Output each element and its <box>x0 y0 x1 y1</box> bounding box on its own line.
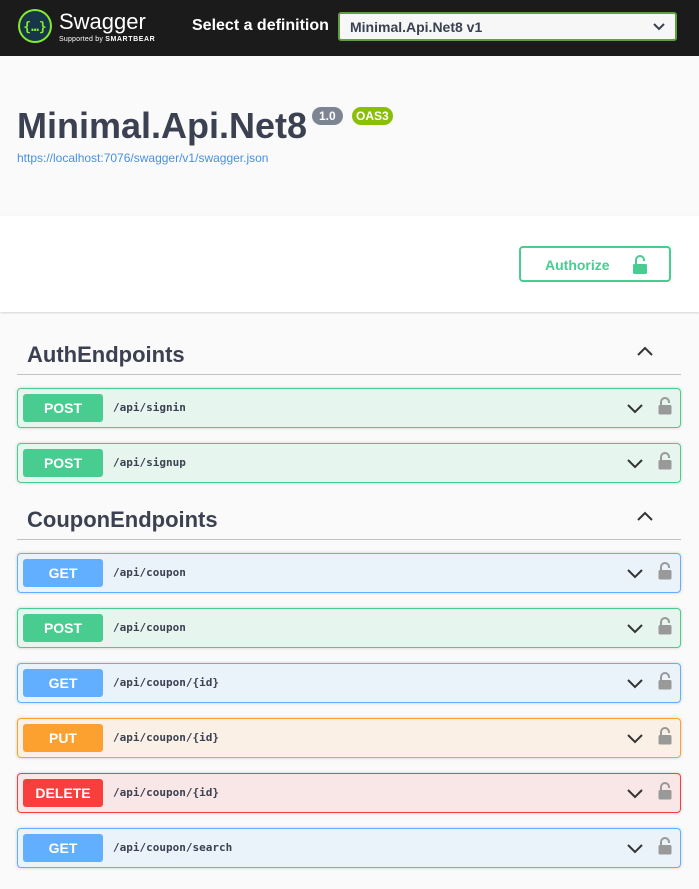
method-badge: GET <box>23 669 103 697</box>
operation-path: /api/coupon/search <box>113 841 233 854</box>
brand-sub-name: SMARTBEAR <box>105 36 156 43</box>
opblock-get[interactable]: GET/api/coupon/search <box>17 828 681 868</box>
svg-text:{…}: {…} <box>23 20 46 35</box>
brand-sub-prefix: Supported by <box>59 36 106 43</box>
operation-path: /api/signup <box>113 456 186 469</box>
chevron-down-icon[interactable] <box>626 623 644 635</box>
lock-open-icon[interactable] <box>658 672 672 690</box>
brand-subtitle: Supported by SMARTBEAR <box>59 36 155 44</box>
operation-path: /api/coupon/{id} <box>113 731 219 744</box>
scheme-container: Authorize <box>0 216 699 312</box>
chevron-down-icon[interactable] <box>626 678 644 690</box>
authorize-button[interactable]: Authorize <box>519 246 671 282</box>
lock-open-icon[interactable] <box>658 617 672 635</box>
brand-name: Swagger <box>59 9 146 34</box>
lock-open-icon[interactable] <box>658 837 672 855</box>
opblock-post[interactable]: POST/api/coupon <box>17 608 681 648</box>
chevron-down-icon[interactable] <box>626 788 644 800</box>
lock-open-icon[interactable] <box>658 452 672 470</box>
chevron-down-icon[interactable] <box>626 843 644 855</box>
operation-path: /api/signin <box>113 401 186 414</box>
opblock-get[interactable]: GET/api/coupon/{id} <box>17 663 681 703</box>
tag-title: AuthEndpoints <box>27 342 185 367</box>
lock-open-icon[interactable] <box>658 397 672 415</box>
opblock-put[interactable]: PUT/api/coupon/{id} <box>17 718 681 758</box>
tag-title: CouponEndpoints <box>27 507 218 532</box>
chevron-up-icon <box>637 511 653 521</box>
spec-url-link[interactable]: https://localhost:7076/swagger/v1/swagge… <box>17 151 268 165</box>
oas-badge: OAS3 <box>352 107 393 125</box>
method-badge: PUT <box>23 724 103 752</box>
definition-select[interactable]: Minimal.Api.Net8 v1 <box>338 12 677 41</box>
method-badge: GET <box>23 834 103 862</box>
chevron-down-icon[interactable] <box>626 403 644 415</box>
method-badge: POST <box>23 394 103 422</box>
authorize-label: Authorize <box>545 257 610 273</box>
chevron-down-icon[interactable] <box>626 568 644 580</box>
method-badge: POST <box>23 449 103 477</box>
chevron-up-icon <box>637 346 653 356</box>
swagger-logo-icon[interactable]: {…} <box>17 8 53 44</box>
definition-select-value: Minimal.Api.Net8 v1 <box>350 19 483 35</box>
method-badge: POST <box>23 614 103 642</box>
chevron-down-icon[interactable] <box>626 733 644 745</box>
opblock-delete[interactable]: DELETE/api/coupon/{id} <box>17 773 681 813</box>
lock-open-icon[interactable] <box>658 782 672 800</box>
operation-path: /api/coupon/{id} <box>113 786 219 799</box>
tag-section-header[interactable]: CouponEndpoints <box>17 496 681 540</box>
lock-open-icon[interactable] <box>658 562 672 580</box>
method-badge: GET <box>23 559 103 587</box>
chevron-down-icon <box>653 23 665 31</box>
api-info: Minimal.Api.Net8 1.0 OAS3 https://localh… <box>0 56 699 216</box>
version-badge: 1.0 <box>312 107 343 125</box>
tag-section-header[interactable]: AuthEndpoints <box>17 331 681 375</box>
chevron-down-icon[interactable] <box>626 458 644 470</box>
method-badge: DELETE <box>23 779 103 807</box>
lock-open-icon[interactable] <box>658 727 672 745</box>
operation-path: /api/coupon/{id} <box>113 676 219 689</box>
topbar: {…} Swagger Supported by SMARTBEAR Selec… <box>0 0 699 56</box>
operation-path: /api/coupon <box>113 621 186 634</box>
definition-select-label: Select a definition <box>192 17 329 34</box>
opblock-post[interactable]: POST/api/signin <box>17 388 681 428</box>
lock-open-icon <box>633 255 647 274</box>
operation-path: /api/coupon <box>113 566 186 579</box>
opblock-get[interactable]: GET/api/coupon <box>17 553 681 593</box>
api-title: Minimal.Api.Net8 <box>17 105 308 146</box>
opblock-post[interactable]: POST/api/signup <box>17 443 681 483</box>
